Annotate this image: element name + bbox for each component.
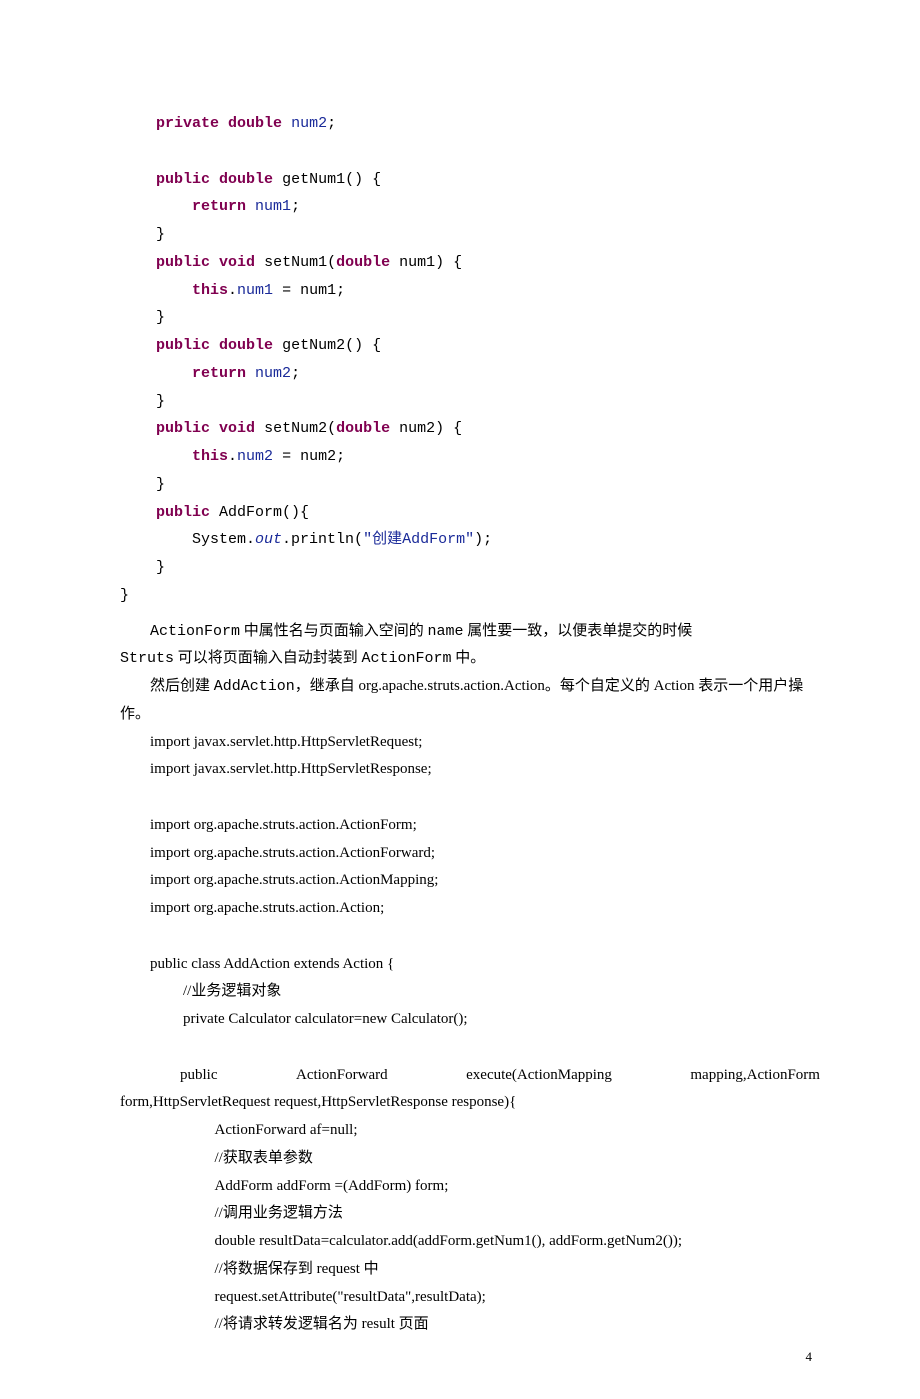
method-signature-line2: form,HttpServletRequest request,HttpServ… xyxy=(120,1089,820,1117)
blank-line xyxy=(120,1034,820,1062)
import-line: import javax.servlet.http.HttpServletRes… xyxy=(120,756,820,784)
field-num2-ref: num2 xyxy=(237,448,273,465)
comment-line: //将数据保存到 request 中 xyxy=(120,1256,820,1284)
stmt-addform-cast: AddForm addForm =(AddForm) form; xyxy=(120,1173,820,1201)
brace-close: } xyxy=(156,226,165,243)
page-number: 4 xyxy=(806,1349,813,1365)
document-page: private double num2; public double getNu… xyxy=(0,0,920,1399)
import-line: import org.apache.struts.action.ActionMa… xyxy=(120,867,820,895)
field-ref-num2: num2 xyxy=(255,365,291,382)
keyword-double: double xyxy=(219,337,273,354)
println-close: ); xyxy=(474,531,492,548)
term-actionform: ActionForm xyxy=(150,623,240,640)
prose-paragraph-1: ActionForm 中属性名与页面输入空间的 name 属性要一致，以便表单提… xyxy=(120,618,820,674)
keyword-return: return xyxy=(192,198,246,215)
keyword-void: void xyxy=(219,254,255,271)
brace-close: } xyxy=(156,559,165,576)
assign-num2: = num2; xyxy=(273,448,345,465)
param-num2: num2) { xyxy=(390,420,462,437)
method-setnum1-open: setNum1( xyxy=(255,254,336,271)
keyword-double: double xyxy=(336,420,390,437)
keyword-this: this xyxy=(192,282,228,299)
method-signature-line1: public ActionForward execute(ActionMappi… xyxy=(120,1062,820,1090)
keyword-this: this xyxy=(192,448,228,465)
brace-close: } xyxy=(156,393,165,410)
semicolon: ; xyxy=(291,198,300,215)
keyword-double: double xyxy=(228,115,282,132)
keyword-return: return xyxy=(192,365,246,382)
text: 中。 xyxy=(452,650,486,666)
field-decl: private Calculator calculator=new Calcul… xyxy=(120,1006,820,1034)
semicolon: ; xyxy=(291,365,300,382)
import-line: import org.apache.struts.action.Action; xyxy=(120,895,820,923)
class-brace-close: } xyxy=(120,587,129,604)
keyword-public: public xyxy=(156,420,210,437)
text: 然后创建 xyxy=(150,678,214,694)
keyword-public: public xyxy=(156,171,210,188)
param-num1: num1) { xyxy=(390,254,462,271)
blank-line xyxy=(120,784,820,812)
semicolon: ; xyxy=(327,115,336,132)
term-actionform2: ActionForm xyxy=(362,650,452,667)
import-line: import javax.servlet.http.HttpServletReq… xyxy=(120,729,820,757)
keyword-public: public xyxy=(180,1062,218,1090)
assign-num1: = num1; xyxy=(273,282,345,299)
stmt-af-null: ActionForward af=null; xyxy=(120,1117,820,1145)
keyword-public: public xyxy=(156,337,210,354)
system-out: out xyxy=(255,531,282,548)
blank-line xyxy=(120,923,820,951)
text: 中属性名与页面输入空间的 xyxy=(240,623,428,639)
method-name-open: execute(ActionMapping xyxy=(466,1062,612,1090)
field-num2: num2 xyxy=(291,115,327,132)
comment-line: //获取表单参数 xyxy=(120,1145,820,1173)
return-type: ActionForward xyxy=(296,1062,388,1090)
param: mapping,ActionForm xyxy=(690,1062,820,1090)
field-ref-num1: num1 xyxy=(255,198,291,215)
java-code-block: private double num2; public double getNu… xyxy=(120,110,820,610)
println-open: .println( xyxy=(282,531,363,548)
method-getnum1: getNum1() { xyxy=(273,171,381,188)
keyword-public: public xyxy=(156,254,210,271)
class-decl: public class AddAction extends Action { xyxy=(120,951,820,979)
keyword-private: private xyxy=(156,115,219,132)
keyword-public: public xyxy=(156,504,210,521)
field-num1: num1 xyxy=(237,282,273,299)
prose-paragraph-2: 然后创建 AddAction，继承自 org.apache.struts.act… xyxy=(120,673,820,729)
comment-line: //业务逻辑对象 xyxy=(120,978,820,1006)
text: 可以将页面输入自动封装到 xyxy=(174,650,362,666)
method-getnum2: getNum2() { xyxy=(273,337,381,354)
system-class: System. xyxy=(192,531,255,548)
import-line: import org.apache.struts.action.ActionFo… xyxy=(120,840,820,868)
constructor-addform: AddForm(){ xyxy=(210,504,309,521)
comment-line: //调用业务逻辑方法 xyxy=(120,1200,820,1228)
text: 属性要一致，以便表单提交的时候 xyxy=(464,623,693,639)
term-struts: Struts xyxy=(120,650,174,667)
keyword-double: double xyxy=(219,171,273,188)
term-addaction: AddAction xyxy=(214,678,295,695)
keyword-double: double xyxy=(336,254,390,271)
import-line: import org.apache.struts.action.ActionFo… xyxy=(120,812,820,840)
stmt-resultdata: double resultData=calculator.add(addForm… xyxy=(120,1228,820,1256)
term-name: name xyxy=(428,623,464,640)
stmt-setattribute: request.setAttribute("resultData",result… xyxy=(120,1284,820,1312)
keyword-void: void xyxy=(219,420,255,437)
brace-close: } xyxy=(156,309,165,326)
brace-close: } xyxy=(156,476,165,493)
method-setnum2-open: setNum2( xyxy=(255,420,336,437)
string-literal: "创建AddForm" xyxy=(363,531,474,548)
dot: . xyxy=(228,282,237,299)
dot: . xyxy=(228,448,237,465)
comment-line: //将请求转发逻辑名为 result 页面 xyxy=(120,1311,820,1339)
